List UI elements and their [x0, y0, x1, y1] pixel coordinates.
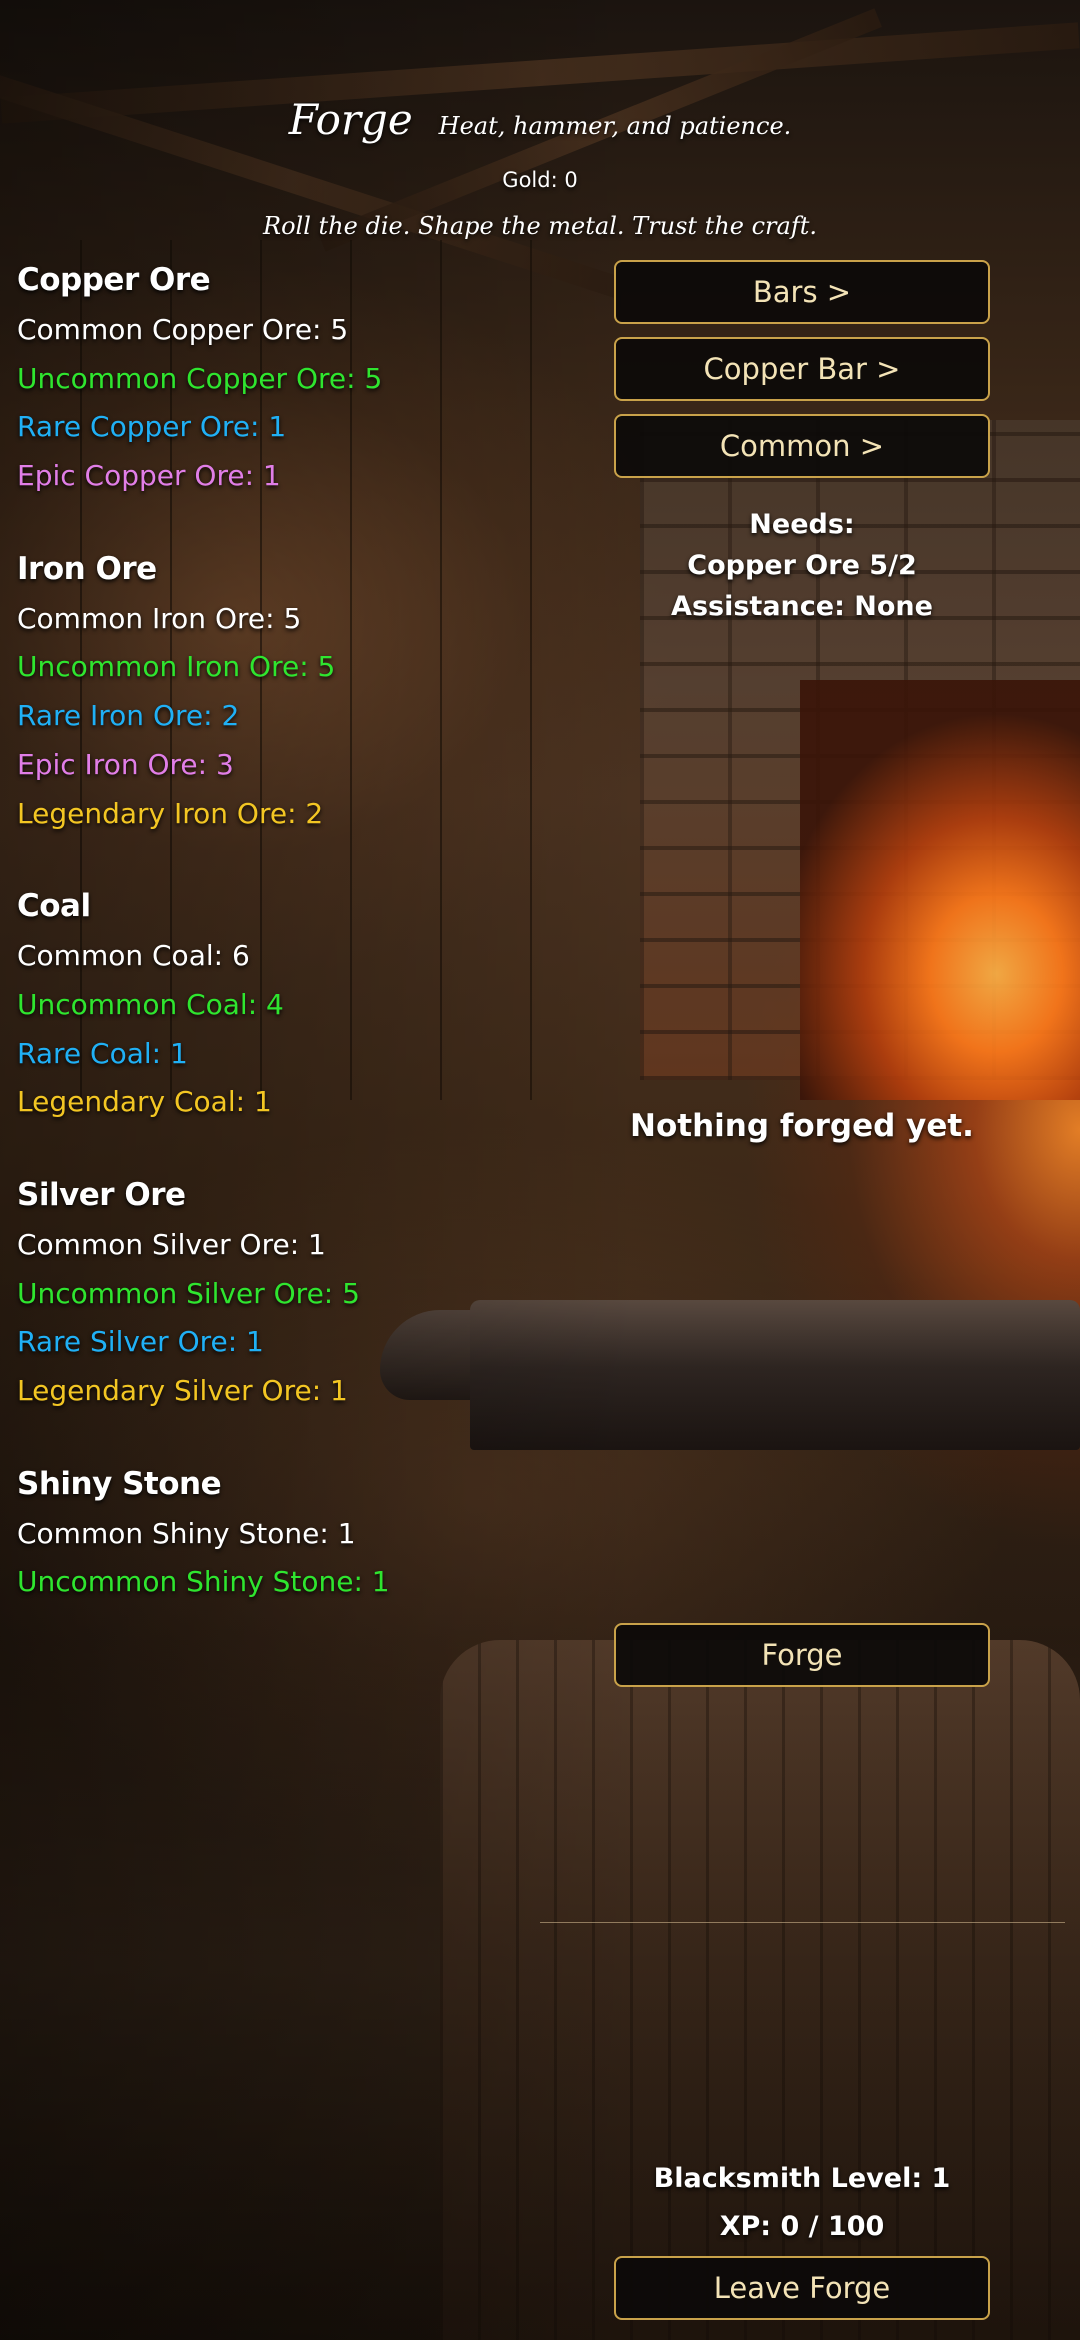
inventory-item: Common Shiny Stone: 1 — [17, 1516, 356, 1550]
forge-button[interactable]: Forge — [614, 1623, 990, 1687]
inventory-item: Rare Silver Ore: 1 — [17, 1325, 264, 1359]
motto: Roll the die. Shape the metal. Trust the… — [263, 212, 817, 240]
recipe-select-button[interactable]: Copper Bar > — [614, 337, 990, 401]
inventory-item: Epic Copper Ore: 1 — [17, 459, 281, 493]
xp-counter: XP: 0 / 100 — [719, 2211, 885, 2242]
inventory-item: Legendary Coal: 1 — [17, 1085, 272, 1119]
inventory-item: Rare Copper Ore: 1 — [17, 410, 287, 444]
inventory-list: Copper Ore Common Copper Ore: 5 Uncommon… — [17, 258, 597, 1653]
inventory-item: Uncommon Copper Ore: 5 — [17, 361, 383, 395]
gold-counter: Gold: 0 — [502, 168, 578, 192]
section-title: Silver Ore — [17, 1176, 186, 1213]
inventory-section-coal: Coal Common Coal: 6 Uncommon Coal: 4 Rar… — [17, 884, 597, 1127]
inventory-item: Legendary Iron Ore: 2 — [17, 796, 324, 830]
section-title: Shiny Stone — [17, 1465, 222, 1502]
inventory-item: Uncommon Iron Ore: 5 — [17, 650, 336, 684]
forge-fire — [800, 680, 1080, 1100]
section-title: Coal — [17, 888, 91, 925]
inventory-item: Epic Iron Ore: 3 — [17, 747, 234, 781]
inventory-item: Common Coal: 6 — [17, 939, 250, 973]
page-tagline: Heat, hammer, and patience. — [438, 112, 792, 140]
requirements-heading: Needs: — [749, 509, 855, 540]
header: Forge Heat, hammer, and patience. — [0, 95, 1080, 144]
inventory-item: Uncommon Coal: 4 — [17, 987, 284, 1021]
leave-forge-button[interactable]: Leave Forge — [614, 2256, 990, 2320]
page-title: Forge — [288, 95, 413, 144]
divider — [540, 1922, 1065, 1923]
inventory-item: Common Silver Ore: 1 — [17, 1227, 326, 1261]
quality-select-button[interactable]: Common > — [614, 414, 990, 478]
inventory-item: Rare Coal: 1 — [17, 1036, 188, 1070]
inventory-item: Rare Iron Ore: 2 — [17, 699, 240, 733]
requirement-assistance: Assistance: None — [671, 591, 933, 622]
inventory-item: Legendary Silver Ore: 1 — [17, 1374, 348, 1407]
requirement-ore: Copper Ore 5/2 — [687, 550, 917, 581]
inventory-item: Uncommon Silver Ore: 5 — [17, 1276, 360, 1310]
category-select-button[interactable]: Bars > — [614, 260, 990, 324]
section-title: Copper Ore — [17, 262, 211, 298]
inventory-item: Common Iron Ore: 5 — [17, 601, 302, 635]
forge-result-text: Nothing forged yet. — [630, 1108, 974, 1144]
inventory-section-copper-ore: Copper Ore Common Copper Ore: 5 Uncommon… — [17, 258, 597, 501]
inventory-section-shiny-stone: Shiny Stone Common Shiny Stone: 1 Uncomm… — [17, 1462, 597, 1607]
section-title: Iron Ore — [17, 550, 157, 587]
inventory-section-iron-ore: Iron Ore Common Iron Ore: 5 Uncommon Iro… — [17, 547, 597, 838]
blacksmith-level: Blacksmith Level: 1 — [653, 2163, 951, 2194]
blacksmith-stats: Blacksmith Level: 1 XP: 0 / 100 — [614, 2155, 990, 2251]
inventory-item: Uncommon Shiny Stone: 1 — [17, 1565, 390, 1599]
inventory-item: Common Copper Ore: 5 — [17, 313, 349, 346]
inventory-section-silver-ore: Silver Ore Common Silver Ore: 1 Uncommon… — [17, 1173, 597, 1416]
requirements-panel: Needs: Copper Ore 5/2 Assistance: None — [614, 504, 990, 627]
